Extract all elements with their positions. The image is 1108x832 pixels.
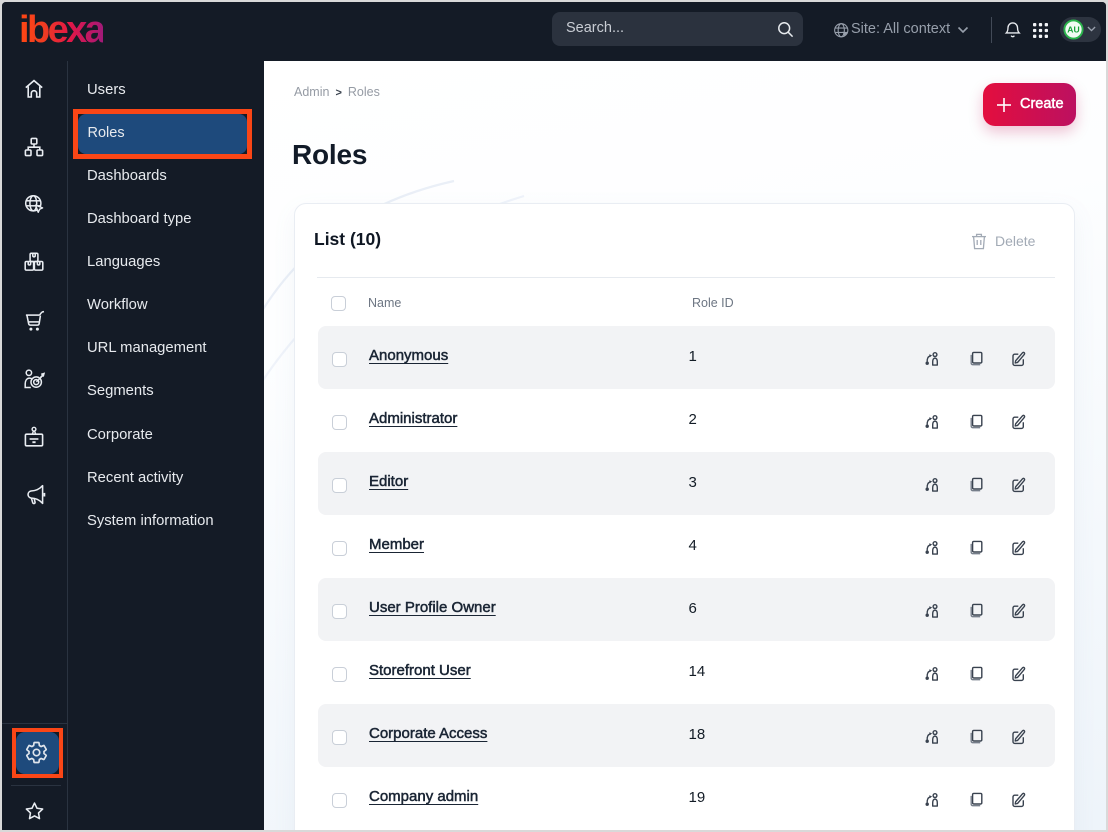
svg-text:AU: AU: [1067, 25, 1079, 35]
